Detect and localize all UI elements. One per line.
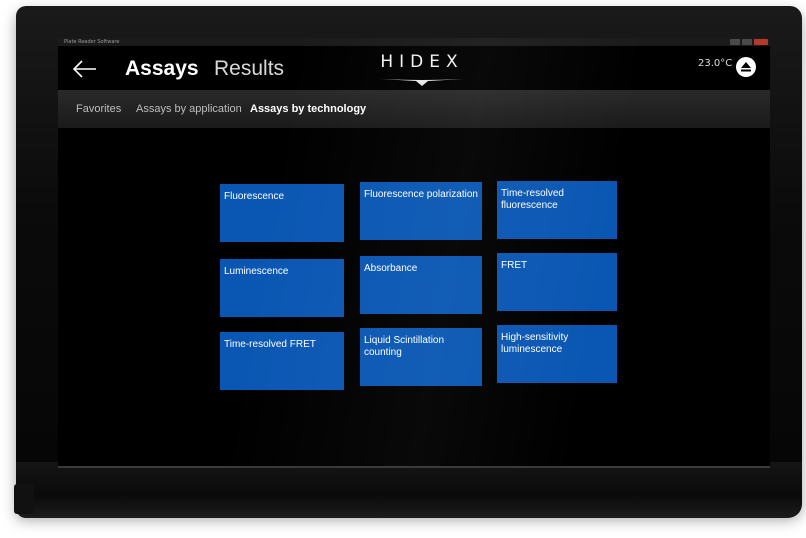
- minimize-button[interactable]: [730, 39, 740, 45]
- eject-icon[interactable]: [736, 57, 756, 77]
- sub-navigation: Favorites Assays by application Assays b…: [58, 90, 770, 128]
- back-arrow-icon[interactable]: [72, 56, 98, 82]
- window-controls: [730, 39, 768, 45]
- device-frame-bottom: [16, 462, 802, 518]
- logo-text: HIDEX: [380, 52, 464, 72]
- tile-absorbance[interactable]: Absorbance: [360, 256, 482, 314]
- tile-fret[interactable]: FRET: [497, 253, 617, 311]
- header: Assays Results HIDEX 23.0°C: [58, 46, 770, 90]
- window-title: Plate Reader Software: [64, 39, 120, 45]
- close-button[interactable]: [754, 39, 768, 45]
- nav-favorites[interactable]: Favorites: [76, 103, 121, 115]
- tile-time-resolved-fluorescence[interactable]: Time-resolved fluorescence: [497, 181, 617, 239]
- temperature-readout: 23.0°C: [698, 58, 733, 69]
- screen: Plate Reader Software Assays Results HID…: [58, 38, 770, 466]
- tab-results[interactable]: Results: [214, 57, 284, 81]
- nav-assays-by-technology[interactable]: Assays by technology: [250, 103, 366, 115]
- tile-high-sensitivity-luminescence[interactable]: High-sensitivity luminescence: [497, 325, 617, 383]
- window-titlebar: Plate Reader Software: [58, 38, 770, 46]
- hidex-logo: HIDEX: [376, 52, 468, 86]
- tab-assays[interactable]: Assays: [125, 57, 199, 81]
- maximize-button[interactable]: [742, 39, 752, 45]
- nav-assays-by-application[interactable]: Assays by application: [136, 103, 242, 115]
- tile-fluorescence-polarization[interactable]: Fluorescence polarization: [360, 182, 482, 240]
- tile-time-resolved-fret[interactable]: Time-resolved FRET: [220, 332, 344, 390]
- tile-luminescence[interactable]: Luminescence: [220, 259, 344, 317]
- tile-liquid-scintillation-counting[interactable]: Liquid Scintillation counting: [360, 328, 482, 386]
- tile-fluorescence[interactable]: Fluorescence: [220, 184, 344, 242]
- logo-swoosh-icon: [380, 79, 464, 86]
- device-foot: [14, 484, 34, 514]
- bezel-line: [58, 466, 770, 468]
